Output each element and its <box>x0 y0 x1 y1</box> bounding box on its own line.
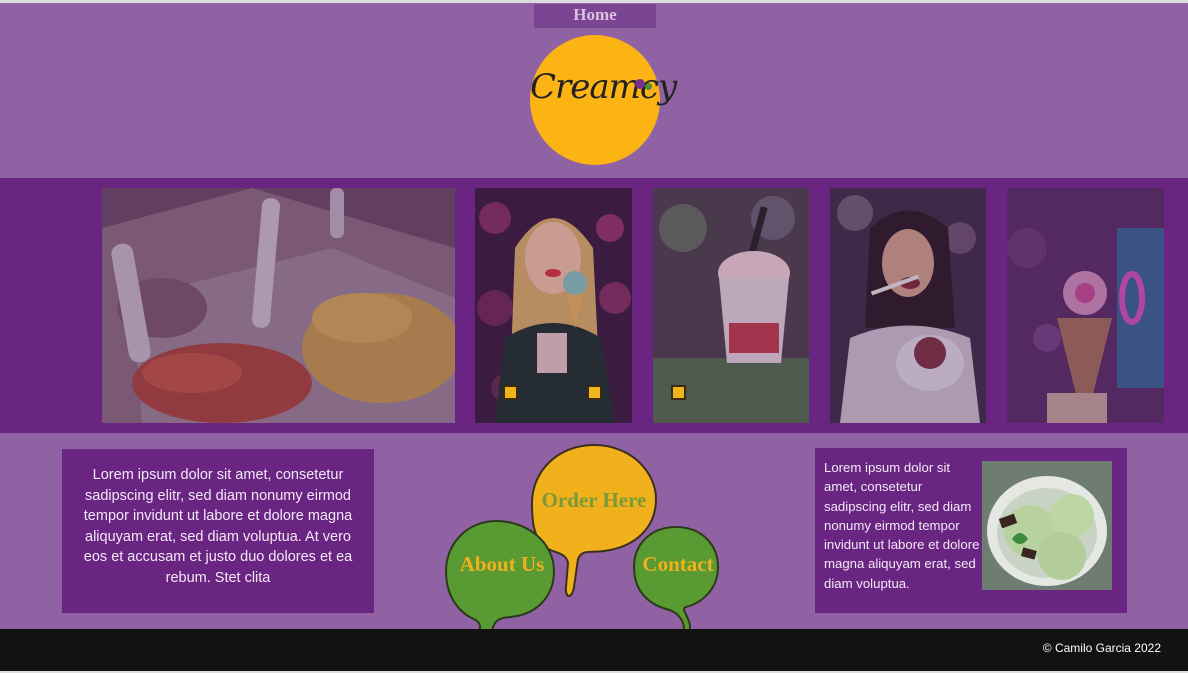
about-us-label[interactable]: About Us <box>446 552 558 577</box>
about-text: Lorem ipsum dolor sit amet, consetetur s… <box>83 467 353 586</box>
gallery-indicator[interactable] <box>587 385 602 400</box>
header: Home Creamcy <box>0 3 1188 178</box>
woman-with-cone-photo <box>475 188 632 423</box>
main-content: Lorem ipsum dolor sit amet, consetetur s… <box>0 433 1188 656</box>
drip-buttons-graphic <box>444 443 720 656</box>
ice-cream-tubs-photo <box>102 188 455 423</box>
contact-button[interactable] <box>632 525 720 637</box>
logo-leaf-icon <box>645 83 652 90</box>
order-here-label[interactable]: Order Here <box>532 488 656 513</box>
copyright-text: © Camilo Garcia 2022 <box>1042 641 1161 655</box>
gallery-indicator[interactable] <box>503 385 518 400</box>
about-text-box: Lorem ipsum dolor sit amet, consetetur s… <box>62 449 374 613</box>
photo-gallery <box>0 178 1188 433</box>
contact-label[interactable]: Contact <box>632 552 724 577</box>
logo[interactable]: Creamcy <box>530 35 677 165</box>
gallery-indicator[interactable] <box>671 385 686 400</box>
pistachio-ice-cream-photo <box>982 461 1112 590</box>
footer: © Camilo Garcia 2022 <box>0 629 1188 671</box>
side-text: Lorem ipsum dolor sit amet, consetetur s… <box>824 460 980 591</box>
milkshake-cup-photo <box>653 188 809 423</box>
home-nav-link[interactable]: Home <box>534 4 656 28</box>
rose-cone-photo <box>1007 188 1164 423</box>
logo-berry-icon <box>635 79 645 89</box>
woman-eating-sundae-photo <box>830 188 986 423</box>
side-info-box: Lorem ipsum dolor sit amet, consetetur s… <box>815 448 1127 613</box>
